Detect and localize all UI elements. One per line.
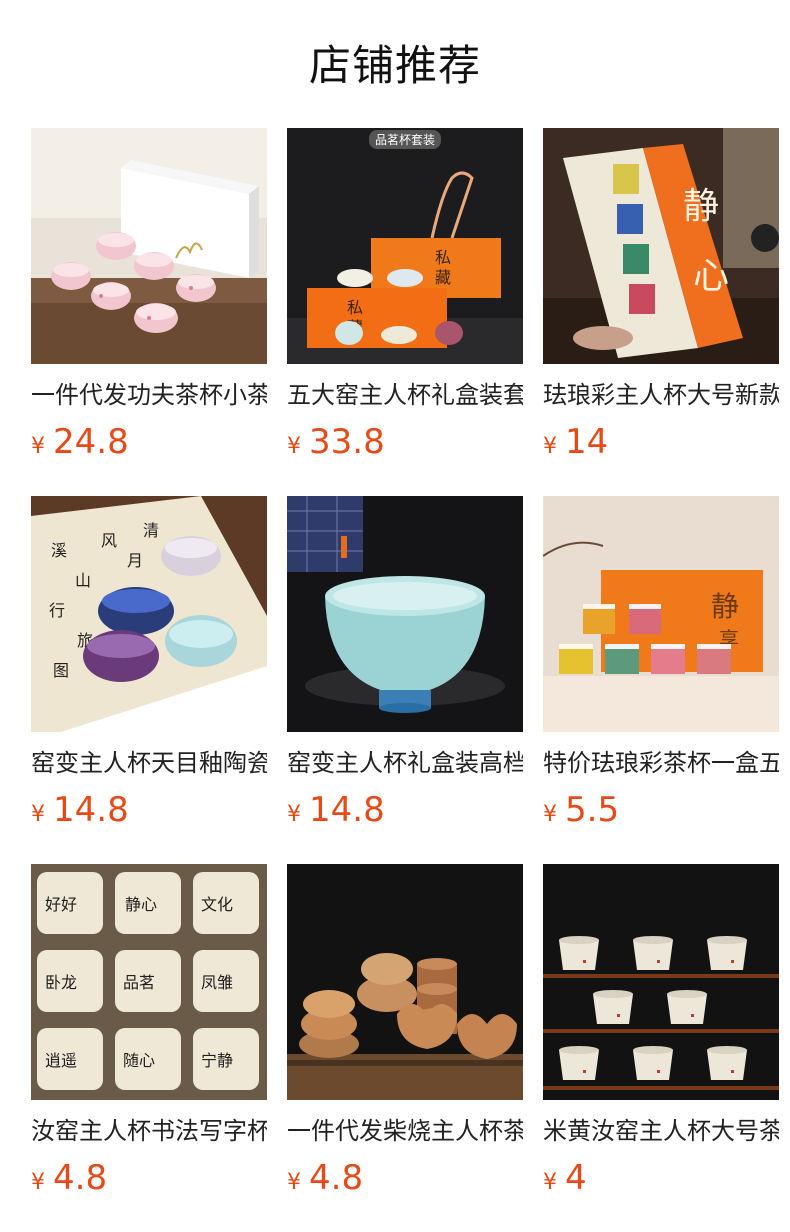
- product-price: ¥ 5.5: [543, 790, 779, 830]
- price-amount: 4: [565, 1158, 587, 1198]
- currency-symbol: ¥: [543, 434, 557, 459]
- product-card[interactable]: 窑变主人杯礼盒装高档 ¥ 14.8: [287, 496, 523, 864]
- product-card[interactable]: 一件代发功夫茶杯小茶杯 ¥ 24.8: [31, 128, 267, 496]
- product-price: ¥ 14.8: [287, 790, 523, 830]
- svg-text:行: 行: [49, 601, 65, 620]
- product-name[interactable]: 窑变主人杯天目釉陶瓷: [31, 746, 267, 780]
- product-card[interactable]: 溪山 行旅 图风 月清 窑变主人杯天目釉陶瓷 ¥ 14.8: [31, 496, 267, 864]
- svg-text:私: 私: [435, 248, 451, 267]
- svg-text:逍遥: 逍遥: [45, 1051, 77, 1070]
- currency-symbol: ¥: [287, 1170, 301, 1195]
- svg-text:图: 图: [53, 661, 69, 680]
- product-card[interactable]: 一件代发柴烧主人杯茶杯 ¥ 4.8: [287, 864, 523, 1232]
- page-title: 店铺推荐: [308, 41, 481, 90]
- svg-text:风: 风: [101, 531, 117, 550]
- product-price: ¥ 4.8: [31, 1158, 267, 1198]
- svg-text:藏: 藏: [435, 268, 451, 287]
- product-card[interactable]: 私 藏 私 藏 品茗杯套装 五大窑主人杯礼盒装套装 ¥ 33.8: [287, 128, 523, 496]
- price-amount: 33.8: [309, 422, 385, 462]
- price-amount: 4.8: [53, 1158, 108, 1198]
- product-image[interactable]: [287, 496, 523, 732]
- currency-symbol: ¥: [287, 802, 301, 827]
- currency-symbol: ¥: [31, 1170, 45, 1195]
- currency-symbol: ¥: [287, 434, 301, 459]
- product-name[interactable]: 一件代发柴烧主人杯茶杯: [287, 1114, 523, 1148]
- product-image[interactable]: 好好 静心 文化 卧龙 品茗 凤雏 逍遥 随心 宁静: [31, 864, 267, 1100]
- price-amount: 14: [565, 422, 609, 462]
- price-amount: 14.8: [53, 790, 129, 830]
- product-price: ¥ 4: [543, 1158, 779, 1198]
- svg-text:月: 月: [127, 551, 143, 570]
- svg-text:山: 山: [75, 571, 91, 590]
- product-card[interactable]: 静 享 特价珐琅彩茶杯一盒五 ¥ 5.5: [543, 496, 779, 864]
- svg-text:宁静: 宁静: [201, 1051, 233, 1070]
- svg-text:静: 静: [683, 186, 719, 227]
- price-amount: 24.8: [53, 422, 129, 462]
- product-image[interactable]: [287, 864, 523, 1100]
- product-image[interactable]: 私 藏 私 藏 品茗杯套装: [287, 128, 523, 364]
- product-card[interactable]: 好好 静心 文化 卧龙 品茗 凤雏 逍遥 随心 宁静 汝窑主人杯书法写字杯 ¥ 4.8: [31, 864, 267, 1232]
- product-price: ¥ 14: [543, 422, 779, 462]
- svg-text:文化: 文化: [201, 895, 233, 914]
- product-image[interactable]: 静 心: [543, 128, 779, 364]
- svg-text:卧龙: 卧龙: [45, 973, 77, 992]
- product-grid: 一件代发功夫茶杯小茶杯 ¥ 24.8 私 藏 私 藏: [31, 128, 779, 1232]
- product-image[interactable]: 溪山 行旅 图风 月清: [31, 496, 267, 732]
- product-name[interactable]: 五大窑主人杯礼盒装套装: [287, 378, 523, 412]
- product-price: ¥ 14.8: [31, 790, 267, 830]
- product-name[interactable]: 汝窑主人杯书法写字杯: [31, 1114, 267, 1148]
- product-card[interactable]: 米黄汝窑主人杯大号茶杯 ¥ 4: [543, 864, 779, 1232]
- currency-symbol: ¥: [31, 802, 45, 827]
- product-name[interactable]: 珐琅彩主人杯大号新款: [543, 378, 779, 412]
- svg-text:心: 心: [693, 256, 729, 297]
- svg-text:清: 清: [143, 521, 159, 540]
- product-card[interactable]: 静 心 珐琅彩主人杯大号新款 ¥ 14: [543, 128, 779, 496]
- product-price: ¥ 4.8: [287, 1158, 523, 1198]
- svg-text:凤雏: 凤雏: [201, 973, 233, 992]
- svg-text:品茗: 品茗: [123, 973, 155, 992]
- product-name[interactable]: 特价珐琅彩茶杯一盒五只: [543, 746, 779, 780]
- product-image[interactable]: 静 享: [543, 496, 779, 732]
- store-recommendation-page: 店铺推荐 一件代发功夫茶杯小茶 ¥ 24.8 私 藏 私 品茗杯套装 五大窑主人…: [0, 0, 790, 1232]
- product-name[interactable]: 一件代发功夫茶杯小茶杯: [31, 378, 267, 412]
- product-name[interactable]: 窑变主人杯礼盒装高档: [287, 746, 523, 780]
- product-badge: 品茗杯套装: [368, 130, 442, 149]
- price-amount: 14.8: [309, 790, 385, 830]
- product-name[interactable]: 米黄汝窑主人杯大号茶杯: [543, 1114, 779, 1148]
- currency-symbol: ¥: [31, 434, 45, 459]
- price-amount: 4.8: [309, 1158, 364, 1198]
- svg-text:私: 私: [347, 298, 363, 317]
- svg-text:随心: 随心: [123, 1051, 155, 1070]
- svg-text:好好: 好好: [45, 895, 77, 914]
- currency-symbol: ¥: [543, 1170, 557, 1195]
- svg-text:静: 静: [711, 590, 739, 623]
- price-amount: 5.5: [565, 790, 620, 830]
- product-image[interactable]: [543, 864, 779, 1100]
- svg-text:溪: 溪: [51, 541, 67, 560]
- product-price: ¥ 24.8: [31, 422, 267, 462]
- product-image[interactable]: [31, 128, 267, 364]
- currency-symbol: ¥: [543, 802, 557, 827]
- product-price: ¥ 33.8: [287, 422, 523, 462]
- svg-text:静心: 静心: [125, 895, 157, 914]
